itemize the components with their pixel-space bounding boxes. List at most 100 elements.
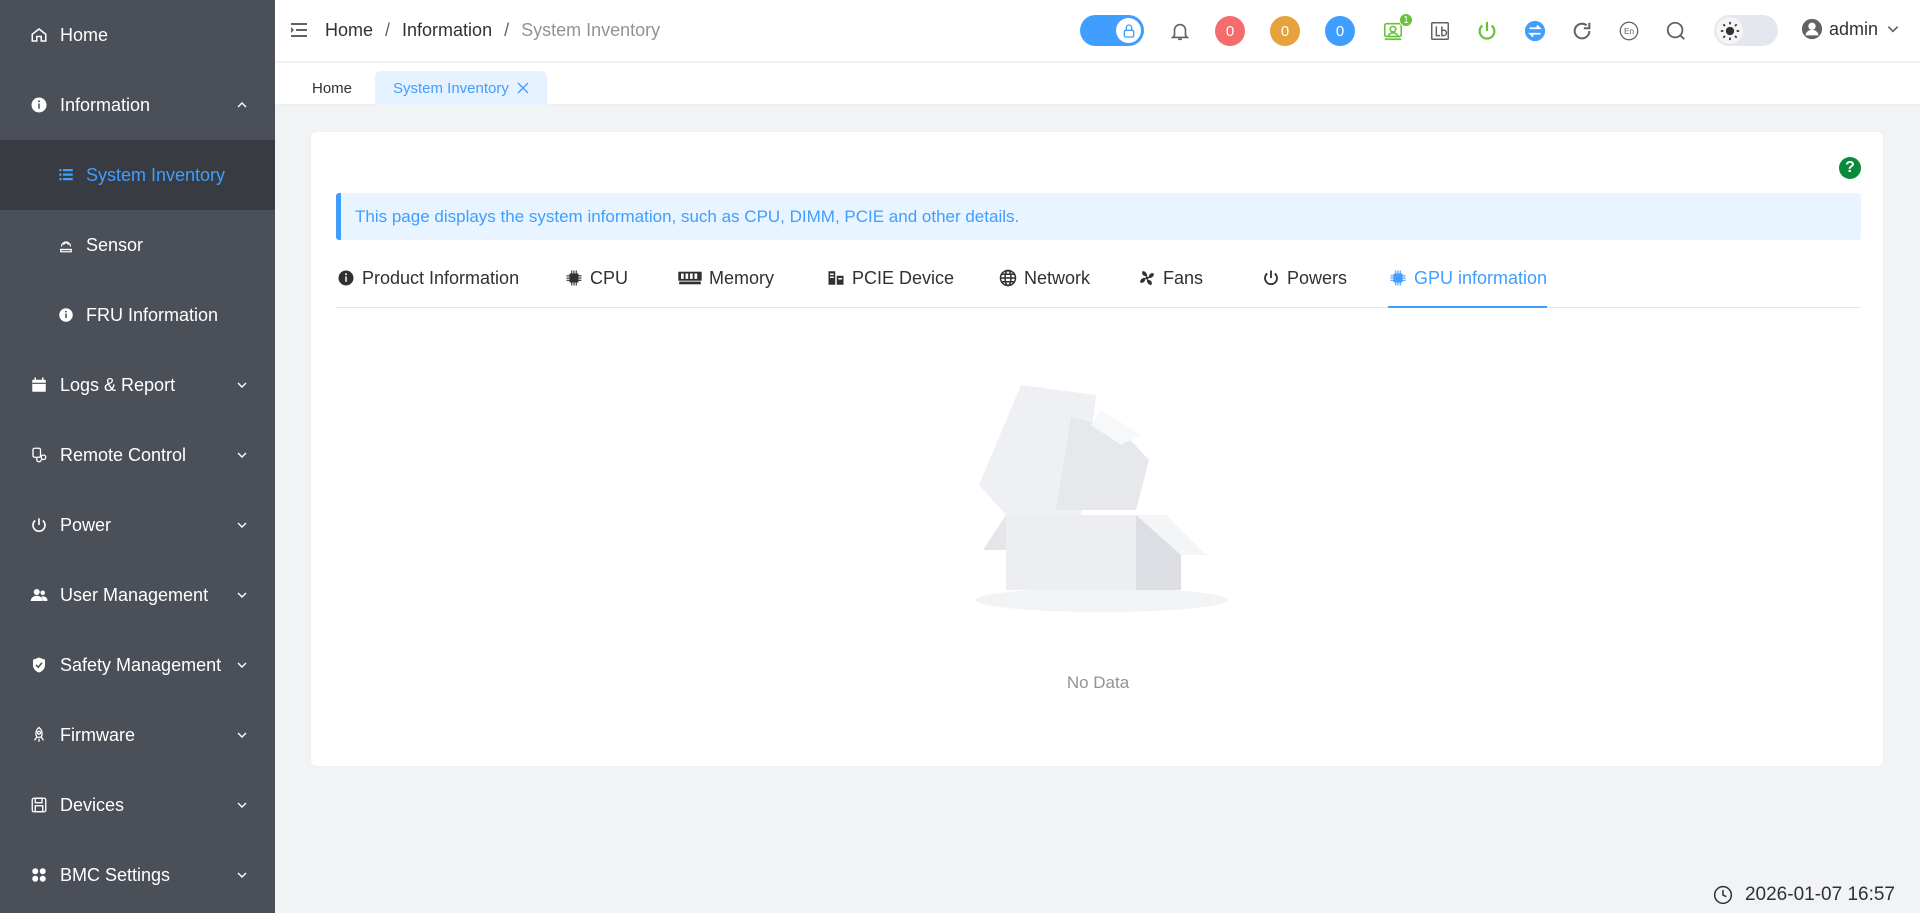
tab-label: Product Information [362, 268, 520, 288]
power-icon [1261, 268, 1281, 288]
datetime-text: 2026-01-07 16:57 [1744, 884, 1895, 905]
sidebar-item-remote-control[interactable]: Remote Control [0, 420, 275, 490]
search-icon[interactable] [1664, 19, 1688, 43]
user-online-badge: 1 [1399, 13, 1413, 27]
tag-home[interactable]: Home [294, 71, 370, 105]
info-alert: This page displays the system informatio… [336, 193, 1861, 240]
tab-label: Fans [1163, 268, 1204, 288]
warning-count-badge[interactable]: 0 [1270, 16, 1300, 46]
empty-text: No Data [1066, 673, 1130, 692]
chevron-down-icon [235, 378, 249, 392]
info-icon [56, 305, 76, 325]
info-icon [28, 94, 50, 116]
inventory-tabs: Product Information CPU Memory PCIE Devi… [336, 268, 1861, 308]
lock-toggle[interactable] [1080, 15, 1144, 46]
bell-icon[interactable] [1168, 19, 1192, 43]
home-icon [28, 24, 50, 46]
sidebar-item-label: Sensor [86, 234, 144, 255]
sidebar-item-information[interactable]: Information [0, 70, 275, 140]
tab-product-information[interactable]: Product Information [336, 268, 519, 308]
sidebar-item-bmc-settings[interactable]: BMC Settings [0, 840, 275, 910]
tab-pcie-device[interactable]: PCIE Device [826, 268, 954, 308]
calendar-icon [28, 374, 50, 396]
sidebar-item-power[interactable]: Power [0, 490, 275, 560]
info-count-badge[interactable]: 0 [1325, 16, 1355, 46]
user-menu[interactable]: admin [1801, 18, 1900, 40]
pcie-icon [826, 268, 846, 288]
sidebar-item-sensor[interactable]: Sensor [0, 210, 275, 280]
sidebar-item-label: Power [60, 514, 112, 535]
refresh-icon[interactable] [1570, 19, 1594, 43]
sidebar-item-firmware[interactable]: Firmware [0, 700, 275, 770]
fan-icon [1137, 268, 1157, 288]
breadcrumb-current: System Inventory [521, 20, 661, 40]
tab-gpu-information[interactable]: GPU information [1388, 268, 1548, 308]
tab-cpu[interactable]: CPU [564, 268, 628, 308]
top-header: Home / Information / System Inventory 0 … [275, 0, 1920, 62]
tag-system-inventory[interactable]: System Inventory [375, 71, 547, 105]
list-icon [56, 165, 76, 185]
chevron-down-icon [1887, 26, 1899, 33]
tab-label: PCIE Device [852, 268, 955, 288]
globe-icon [998, 268, 1018, 288]
power-status-icon[interactable] [1475, 19, 1499, 43]
tab-label: Network [1024, 268, 1091, 288]
alert-text: This page displays the system informatio… [355, 206, 1020, 226]
chevron-down-icon [235, 658, 249, 672]
chevron-down-icon [235, 448, 249, 462]
transfer-icon[interactable] [1523, 19, 1547, 43]
lock-icon [1116, 18, 1141, 43]
kvm-icon[interactable] [1428, 19, 1452, 43]
chevron-down-icon [235, 728, 249, 742]
error-count-badge[interactable]: 0 [1215, 16, 1245, 46]
theme-toggle[interactable] [1714, 15, 1778, 46]
tab-label: Powers [1287, 268, 1348, 288]
sidebar-item-label: User Management [60, 584, 209, 605]
avatar [1801, 18, 1823, 40]
language-icon[interactable]: En [1617, 19, 1641, 43]
users-icon [28, 584, 50, 606]
shield-icon [28, 654, 50, 676]
sidebar-item-fru-information[interactable]: FRU Information [0, 280, 275, 350]
sidebar-item-label: Logs & Report [60, 374, 176, 395]
tab-network[interactable]: Network [998, 268, 1090, 308]
breadcrumb-information[interactable]: Information [402, 20, 492, 41]
sidebar-item-label: Firmware [60, 724, 135, 745]
breadcrumb-home[interactable]: Home [325, 20, 373, 41]
chevron-down-icon [235, 868, 249, 882]
close-icon[interactable] [517, 82, 529, 94]
content-card: ? This page displays the system informat… [310, 131, 1884, 767]
tag-label: Home [312, 79, 353, 97]
sidebar-item-safety-management[interactable]: Safety Management [0, 630, 275, 700]
gpu-icon [1388, 268, 1408, 288]
sidebar-item-label: Home [60, 24, 109, 45]
footer-datetime: 2026-01-07 16:57 [1713, 884, 1895, 906]
breadcrumb: Home / Information / System Inventory [325, 20, 661, 41]
tab-powers[interactable]: Powers [1261, 268, 1347, 308]
remote-icon [28, 444, 50, 466]
help-icon[interactable]: ? [1839, 157, 1861, 179]
sidebar-item-devices[interactable]: Devices [0, 770, 275, 840]
empty-box-illustration [976, 385, 1228, 612]
sidebar-item-logs-report[interactable]: Logs & Report [0, 350, 275, 420]
sidebar-item-label: Information [60, 94, 151, 115]
rocket-icon [28, 724, 50, 746]
sidebar-item-label: Remote Control [60, 444, 187, 465]
sidebar-item-home[interactable]: Home [0, 0, 275, 70]
tags-bar: Home System Inventory [275, 63, 1920, 105]
menu-toggle-icon[interactable] [291, 20, 309, 40]
sensor-icon [56, 235, 76, 255]
sidebar-item-user-management[interactable]: User Management [0, 560, 275, 630]
sidebar-item-label: BMC Settings [60, 864, 171, 885]
tab-label: CPU [590, 268, 629, 288]
username: admin [1829, 18, 1879, 39]
sidebar-item-label: Devices [60, 794, 125, 815]
sidebar-item-system-inventory[interactable]: System Inventory [0, 140, 275, 210]
save-icon [28, 794, 50, 816]
tab-fans[interactable]: Fans [1137, 268, 1203, 308]
chevron-up-icon [235, 98, 249, 112]
user-online-icon[interactable]: 1 [1381, 13, 1413, 43]
svg-text:En: En [1624, 27, 1635, 36]
clock-icon [1713, 885, 1733, 905]
tab-memory[interactable]: Memory [677, 268, 774, 308]
